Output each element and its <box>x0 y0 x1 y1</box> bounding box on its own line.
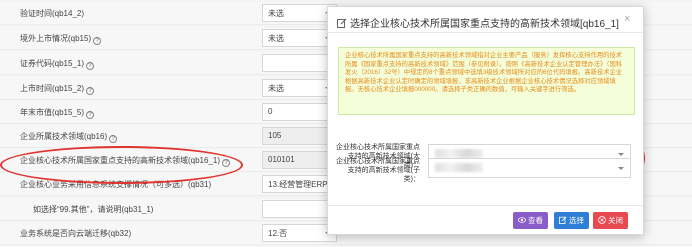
dialog-title: 选择企业核心技术所属国家重点支持的高新技术领域[qb16_1] <box>337 15 619 30</box>
form-row-label: 证券代码(qb15_1)? <box>20 58 95 70</box>
form-input[interactable] <box>262 54 337 72</box>
help-icon[interactable]: ? <box>86 87 95 95</box>
dialog-header: 选择企业核心技术所属国家重点支持的高新技术领域[qb16_1] × <box>328 7 643 33</box>
sub-category-select[interactable] <box>428 158 631 178</box>
form-row-label: 企业所属技术领域(qb16)? <box>20 131 118 143</box>
dialog-title-text: 选择企业核心技术所属国家重点支持的高新技术领域[qb16_1] <box>350 19 619 30</box>
form-input[interactable]: 13.经营管理ERP/C <box>262 175 332 193</box>
form-input[interactable]: 105 <box>262 127 337 145</box>
form-input[interactable] <box>262 200 337 218</box>
form-row-label-text: 业务系统是否向云端迁移(qb32) <box>20 229 132 238</box>
close-button-label: 关闭 <box>608 216 623 225</box>
form-row-label-text: 如选择“99.其他”，请说明(qb31_1) <box>33 205 154 214</box>
form-row-label-text: 企业核心技术所属国家重点支持的高新技术领域(qb16_1) <box>20 156 221 165</box>
form-row-label-text: 验证时间(qb14_2) <box>20 9 85 18</box>
help-icon[interactable]: ? <box>109 135 118 143</box>
close-circle-icon <box>598 216 606 224</box>
form-row-label: 年末市值(qb15_5)? <box>20 107 95 119</box>
form-row-label-text: 企业核心业务采用信息系统支撑情况（可多选）(qb31) <box>20 180 212 189</box>
form-row-label: 上市时间(qb15_2)? <box>20 83 95 95</box>
close-button[interactable]: 关闭 <box>593 212 628 229</box>
select-tech-field-dialog: 选择企业核心技术所属国家重点支持的高新技术领域[qb16_1] × 企业核心技术… <box>327 6 644 235</box>
form-row-label-text: 上市时间(qb15_2) <box>20 84 85 93</box>
form-row-label: 企业核心业务采用信息系统支撑情况（可多选）(qb31) <box>20 179 211 190</box>
form-row-label: 如选择“99.其他”，请说明(qb31_1) <box>33 204 153 215</box>
help-icon[interactable]: ? <box>93 37 102 45</box>
form-input[interactable]: 010101 <box>262 151 337 169</box>
dialog-footer: 查看 选择 关闭 <box>328 205 643 234</box>
form-row-label-text: 境外上市情况(qb15) <box>20 34 92 43</box>
form-row-label-text: 证券代码(qb15_1) <box>20 59 85 68</box>
chevron-down-icon <box>618 167 624 170</box>
view-button[interactable]: 查看 <box>513 212 548 229</box>
form-select[interactable]: 12.否 <box>262 224 337 242</box>
form-select[interactable]: 未选 <box>262 79 337 97</box>
help-icon[interactable]: ? <box>86 62 95 70</box>
form-input[interactable]: 0 <box>262 103 337 121</box>
form-row-label: 企业核心技术所属国家重点支持的高新技术领域(qb16_1)? <box>20 155 231 167</box>
notice-text: 企业核心技术所属国家重点支持的高新技术领域指对企业主要产品（服务）发挥核心支持作… <box>338 47 635 115</box>
edit-icon <box>559 216 567 224</box>
redacted-value <box>435 163 483 172</box>
form-row-label: 业务系统是否向云端迁移(qb32) <box>20 228 131 239</box>
edit-icon <box>337 18 347 28</box>
help-icon[interactable]: ? <box>86 111 95 119</box>
sub-category-label: 企业核心技术所属国家重点支持的高新技术领域(子类)： <box>336 158 420 183</box>
select-button[interactable]: 选择 <box>554 212 589 229</box>
close-icon[interactable]: × <box>624 14 634 25</box>
form-row-label-text: 年末市值(qb15_5) <box>20 108 85 117</box>
form-row-label: 验证时间(qb14_2) <box>20 8 84 19</box>
select-button-label: 选择 <box>569 216 584 225</box>
form-select[interactable]: 未选 <box>262 4 337 22</box>
form-row-label-text: 企业所属技术领域(qb16) <box>20 132 108 141</box>
sub-category-field: 企业核心技术所属国家重点支持的高新技术领域(子类)： <box>328 153 645 189</box>
form-select[interactable]: 未选 <box>262 29 337 47</box>
view-button-label: 查看 <box>528 216 543 225</box>
help-icon[interactable]: ? <box>222 159 231 167</box>
form-row-label: 境外上市情况(qb15)? <box>20 33 102 45</box>
eye-icon <box>518 217 526 223</box>
